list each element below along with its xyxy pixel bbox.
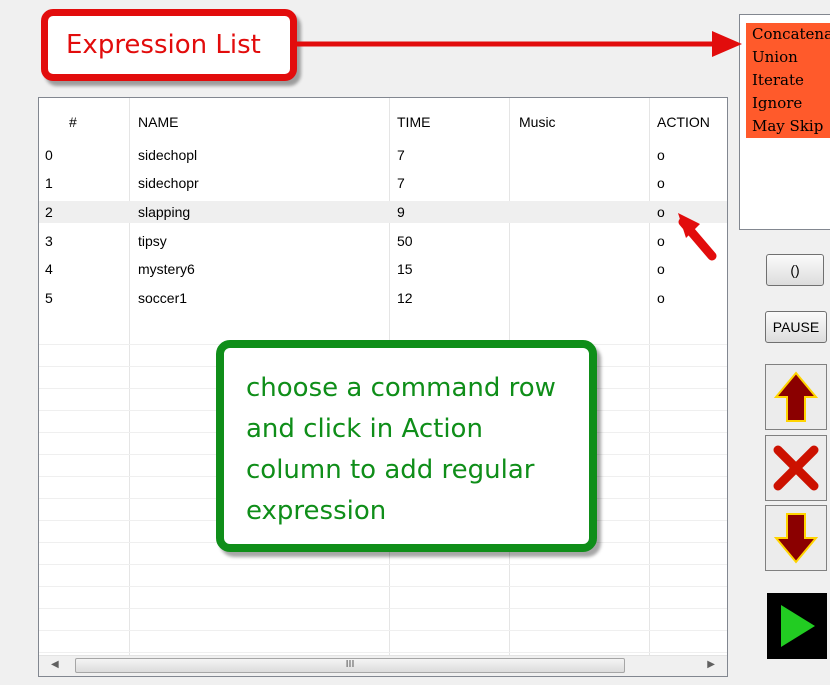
cell-name: tipsy xyxy=(138,233,167,249)
grid-line xyxy=(39,630,727,631)
expression-list-callout-label: Expression List xyxy=(66,30,261,60)
grid-line xyxy=(39,652,727,653)
cell-name: slapping xyxy=(138,204,191,220)
delete-button[interactable] xyxy=(765,435,827,501)
play-icon xyxy=(781,605,815,647)
cell-time: 9 xyxy=(397,204,405,220)
horizontal-scrollbar[interactable]: ◀ III ▶ xyxy=(39,655,727,676)
up-arrow-icon xyxy=(773,371,819,422)
cell-name: sidechopl xyxy=(138,147,198,163)
move-down-button[interactable] xyxy=(765,505,827,571)
expression-item-iterate[interactable]: Iterate xyxy=(746,69,830,92)
cell-action[interactable]: o xyxy=(657,147,665,163)
expression-item-union[interactable]: Union xyxy=(746,46,830,69)
cell-index: 2 xyxy=(45,204,53,220)
header-name[interactable]: NAME xyxy=(138,114,178,130)
cell-time: 15 xyxy=(397,261,413,277)
header-index[interactable]: # xyxy=(69,114,77,130)
cell-index: 4 xyxy=(45,261,53,277)
grid-line xyxy=(39,608,727,609)
down-arrow-icon xyxy=(773,513,819,564)
table-row[interactable]: 1 sidechopr 7 o xyxy=(39,172,727,194)
delete-x-icon xyxy=(773,445,819,491)
cell-name: mystery6 xyxy=(138,261,195,277)
cell-time: 7 xyxy=(397,175,405,191)
header-music[interactable]: Music xyxy=(519,114,556,130)
instruction-callout: choose a command row and click in Action… xyxy=(216,340,597,552)
cell-action[interactable]: o xyxy=(657,261,665,277)
cell-action[interactable]: o xyxy=(657,290,665,306)
move-up-button[interactable] xyxy=(765,364,827,430)
cell-action[interactable]: o xyxy=(657,233,665,249)
cell-action[interactable]: o xyxy=(657,204,665,220)
expression-list-callout: Expression List xyxy=(41,9,297,81)
table-row[interactable]: 5 soccer1 12 o xyxy=(39,287,727,309)
grid-line xyxy=(39,564,727,565)
cell-time: 12 xyxy=(397,290,413,306)
instruction-text: choose a command row and click in Action… xyxy=(246,373,556,526)
scrollbar-grip: III xyxy=(345,659,355,670)
expression-item-concatenate[interactable]: Concatenate xyxy=(746,23,830,46)
scroll-left-icon[interactable]: ◀ xyxy=(51,659,59,670)
cell-index: 0 xyxy=(45,147,53,163)
expression-item-ignore[interactable]: Ignore xyxy=(746,92,830,115)
table-row[interactable]: 0 sidechopl 7 o xyxy=(39,144,727,166)
pause-button[interactable]: PAUSE xyxy=(765,311,827,343)
grid-line xyxy=(39,586,727,587)
table-row[interactable]: 3 tipsy 50 o xyxy=(39,230,727,252)
cell-index: 5 xyxy=(45,290,53,306)
cell-name: sidechopr xyxy=(138,175,199,191)
cell-index: 1 xyxy=(45,175,53,191)
cell-index: 3 xyxy=(45,233,53,249)
header-action[interactable]: ACTION xyxy=(657,114,710,130)
table-row-selected[interactable]: 2 slapping 9 o xyxy=(39,201,727,223)
scrollbar-thumb[interactable]: III xyxy=(75,658,625,673)
table-row[interactable]: 4 mystery6 15 o xyxy=(39,258,727,280)
cell-time: 7 xyxy=(397,147,405,163)
cell-action[interactable]: o xyxy=(657,175,665,191)
expression-item-may-skip[interactable]: May Skip xyxy=(746,115,830,138)
red-callout-arrow xyxy=(297,31,742,57)
expression-listbox[interactable]: Concatenate Union Iterate Ignore May Ski… xyxy=(739,14,830,230)
cell-name: soccer1 xyxy=(138,290,188,306)
cell-time: 50 xyxy=(397,233,413,249)
header-time[interactable]: TIME xyxy=(397,114,430,130)
play-button[interactable] xyxy=(767,593,827,659)
scroll-right-icon[interactable]: ▶ xyxy=(707,659,715,670)
group-parentheses-button[interactable]: () xyxy=(766,254,824,286)
